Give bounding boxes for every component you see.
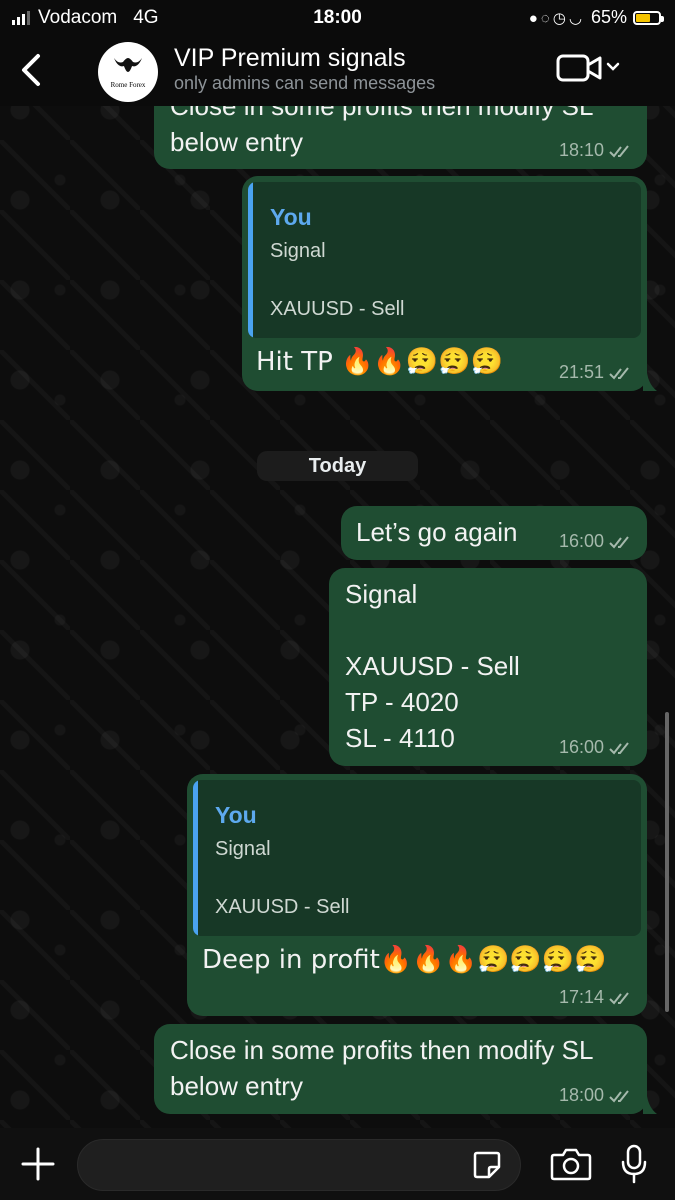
double-check-icon <box>609 144 629 158</box>
date-separator: Today <box>257 451 418 481</box>
alarm-icon: ◷ <box>552 9 569 27</box>
message-time: 16:00 <box>558 737 604 757</box>
status-icons: ●◌◷◡ <box>529 9 585 27</box>
battery-icon <box>633 10 664 25</box>
bubble-tail <box>643 1096 657 1114</box>
double-check-icon <box>609 366 629 380</box>
message-composer <box>0 1128 675 1200</box>
sticker-icon <box>473 1151 501 1179</box>
double-check-icon <box>609 535 629 549</box>
quote-text: Signal <box>270 240 326 262</box>
group-avatar[interactable]: Rome Forex <box>98 42 158 102</box>
headphones-icon: ◡ <box>568 9 585 27</box>
message-time: 17:14 <box>558 987 604 1007</box>
quote-text: XAUUSD - Sell <box>270 298 405 320</box>
camera-button[interactable] <box>550 1146 592 1182</box>
camera-icon <box>550 1148 592 1181</box>
avatar-label: Rome Forex <box>110 81 146 89</box>
chevron-down-icon <box>606 62 620 71</box>
double-check-icon <box>609 741 629 755</box>
message-bubble[interactable]: Let’s go again 16:00 <box>341 506 647 560</box>
double-check-icon <box>609 1089 629 1103</box>
bubble-tail <box>643 373 657 391</box>
chat-title[interactable]: VIP Premium signals <box>174 44 406 73</box>
message-time: 18:10 <box>558 140 604 160</box>
rotation-lock-icon: ◌ <box>540 9 553 27</box>
quote-accent-bar <box>248 182 253 338</box>
quote-text: XAUUSD - Sell <box>215 896 350 918</box>
message-bubble[interactable]: Signal XAUUSD - Sell TP - 4020 SL - 4110… <box>329 568 647 766</box>
bull-logo-icon <box>114 58 142 72</box>
person-icon: ● <box>528 9 541 27</box>
quote-author: You <box>270 204 312 230</box>
quote-author: You <box>215 802 257 828</box>
quoted-message[interactable]: You Signal XAUUSD - Sell <box>193 780 641 936</box>
back-button[interactable] <box>16 50 50 90</box>
message-text: Signal XAUUSD - Sell TP - 4020 SL - 4110 <box>345 579 520 753</box>
message-time: 16:00 <box>558 531 604 551</box>
message-text: Deep in profit🔥🔥🔥😮‍💨😮‍💨😮‍💨😮‍💨 <box>202 945 607 975</box>
message-time: 18:00 <box>558 1085 604 1105</box>
message-time: 21:51 <box>558 362 604 382</box>
sticker-button[interactable] <box>472 1150 502 1180</box>
message-bubble[interactable]: Close in some profits then modify SL bel… <box>154 1024 647 1114</box>
chevron-left-icon <box>22 54 40 86</box>
plus-icon <box>21 1147 55 1181</box>
message-input[interactable] <box>77 1139 521 1191</box>
quoted-message[interactable]: You Signal XAUUSD - Sell <box>248 182 641 338</box>
message-text: Close in some profits then modify SL bel… <box>170 1035 594 1101</box>
message-bubble[interactable]: You Signal XAUUSD - Sell Hit TP 🔥🔥😮‍💨😮‍💨… <box>242 176 647 391</box>
microphone-button[interactable] <box>620 1144 648 1184</box>
video-camera-icon <box>556 54 620 82</box>
microphone-icon <box>621 1144 647 1184</box>
message-text: Hit TP 🔥🔥😮‍💨😮‍💨😮‍💨 <box>256 347 503 377</box>
attach-button[interactable] <box>20 1146 56 1182</box>
message-bubble[interactable]: You Signal XAUUSD - Sell Deep in profit🔥… <box>187 774 647 1016</box>
message-text: Let’s go again <box>356 517 518 547</box>
quote-text: Signal <box>215 838 271 860</box>
chat-subtitle: only admins can send messages <box>174 73 436 93</box>
video-call-button[interactable] <box>556 52 626 86</box>
scrollbar[interactable] <box>665 712 669 1012</box>
status-bar: Vodacom 4G 18:00 ●◌◷◡ 65% <box>0 0 675 36</box>
quote-accent-bar <box>193 780 198 936</box>
battery-percent: 65% <box>590 7 627 27</box>
chat-header: Rome Forex VIP Premium signals only admi… <box>0 36 675 106</box>
double-check-icon <box>609 991 629 1005</box>
